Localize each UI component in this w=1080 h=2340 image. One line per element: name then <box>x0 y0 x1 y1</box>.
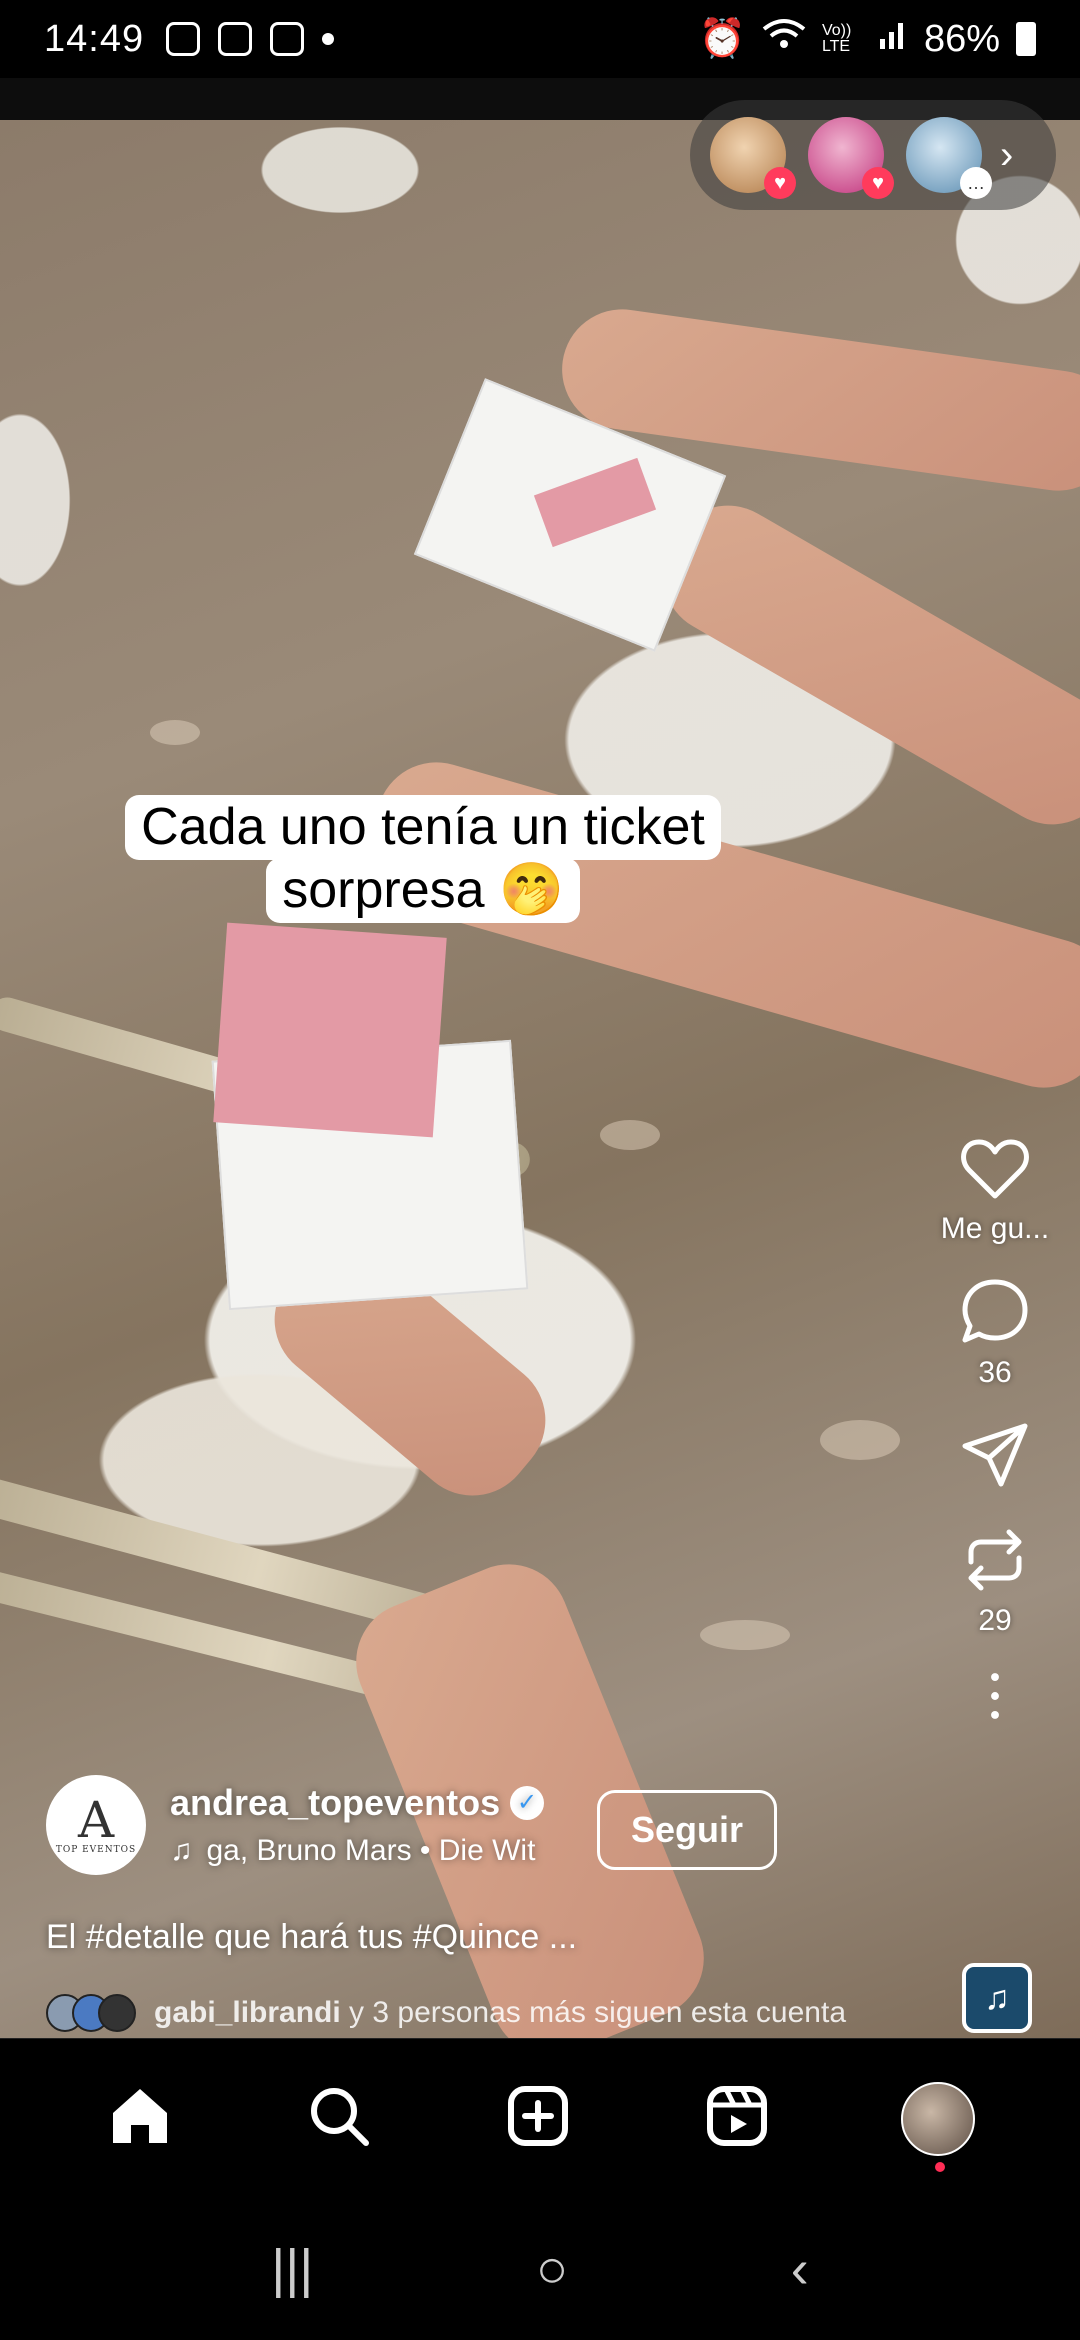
battery-percent: 86% <box>923 17 1000 60</box>
nav-profile-avatar[interactable] <box>901 2081 976 2172</box>
heart-badge-icon: ♥ <box>764 167 796 199</box>
home-icon <box>112 2089 167 2143</box>
story-avatar-3[interactable]: … <box>906 117 992 199</box>
repost-icon <box>968 1529 1022 1591</box>
nav-search[interactable] <box>304 2081 374 2156</box>
video-caption: Cada uno tenía un ticket sorpresa 🤭 <box>98 795 748 924</box>
search-icon <box>310 2088 369 2146</box>
music-note-icon: ♫ <box>170 1834 193 1867</box>
comments-count: 36 <box>978 1356 1012 1389</box>
share-button[interactable] <box>940 1418 1050 1494</box>
add-icon <box>507 2086 568 2146</box>
more-icon <box>991 1673 999 1719</box>
mini-avatar <box>98 1994 136 2032</box>
reel-actions: Me gu... 36 29 <box>940 1130 1050 1754</box>
author-logo-letter: A <box>77 1791 115 1849</box>
wifi-icon <box>762 17 806 61</box>
more-notifications-dot <box>322 33 335 45</box>
status-bar: 14:49 ⏰ Vo)) LTE 86% <box>0 0 1080 78</box>
recents-button[interactable]: ||| <box>271 2238 313 2300</box>
alarm-icon: ⏰ <box>698 18 746 60</box>
nav-home[interactable] <box>105 2081 175 2156</box>
caption-line-2: sorpresa 🤭 <box>266 858 580 924</box>
story-avatar-1[interactable]: ♥ <box>710 117 796 199</box>
verified-icon: ✓ <box>510 1786 545 1820</box>
send-icon <box>962 1423 1028 1487</box>
signal-icon <box>878 17 908 61</box>
system-navigation: ||| ○ ‹ <box>0 2198 1080 2340</box>
notification-dot <box>935 2161 946 2172</box>
nav-create[interactable] <box>503 2081 573 2156</box>
audio-thumbnail[interactable]: ♫ <box>962 1963 1032 2033</box>
notification-icon <box>270 22 305 56</box>
mutual-followers-text: y 3 personas más siguen esta cuenta <box>340 1996 847 2029</box>
heart-icon <box>961 1139 1029 1199</box>
audio-track-label: ga, Bruno Mars • Die Wit <box>206 1834 536 1867</box>
caption-line-1: Cada uno tenía un ticket <box>125 795 721 861</box>
more-options-button[interactable] <box>940 1666 1050 1726</box>
story-avatar-2[interactable]: ♥ <box>808 117 894 199</box>
back-button[interactable]: ‹ <box>791 2238 809 2300</box>
like-button[interactable]: Me gu... <box>940 1130 1050 1246</box>
reels-icon <box>707 2086 768 2146</box>
audio-track[interactable]: ♫ ga, Bruno Mars • Die Wit <box>170 1834 544 1868</box>
follow-button[interactable]: Seguir <box>597 1790 777 1870</box>
reposts-count: 29 <box>978 1604 1012 1637</box>
battery-icon <box>1016 22 1036 56</box>
reel-video[interactable]: Cada uno tenía un ticket sorpresa 🤭 <box>0 120 1080 2038</box>
author-logo-subtitle: TOP EVENTOS <box>55 1845 137 1855</box>
author-info: A TOP EVENTOS andrea_topeventos ✓ ♫ ga, … <box>46 1775 545 1875</box>
author-avatar[interactable]: A TOP EVENTOS <box>46 1775 146 1875</box>
heart-badge-icon: ♥ <box>862 167 894 199</box>
network-label: Vo)) LTE <box>821 22 852 55</box>
mutual-followers[interactable]: gabi_librandi y 3 personas más siguen es… <box>46 1994 846 2032</box>
story-avatars-bar[interactable]: ♥ ♥ … › <box>690 100 1056 210</box>
repost-button[interactable]: 29 <box>940 1522 1050 1638</box>
home-button[interactable]: ○ <box>536 2238 569 2300</box>
post-description[interactable]: El #detalle que hará tus #Quince ... <box>46 1918 577 1957</box>
notification-icon <box>166 22 201 56</box>
comment-button[interactable]: 36 <box>940 1274 1050 1390</box>
author-username-text: andrea_topeventos <box>170 1782 501 1823</box>
music-note-icon: ♫ <box>984 1978 1010 2017</box>
chat-badge-icon: … <box>960 167 992 199</box>
chevron-right-icon[interactable]: › <box>1000 133 1013 178</box>
comment-icon <box>962 1279 1028 1343</box>
author-username[interactable]: andrea_topeventos ✓ <box>170 1782 545 1824</box>
nav-reels[interactable] <box>702 2081 772 2156</box>
likes-label: Me gu... <box>940 1212 1050 1245</box>
status-time: 14:49 <box>44 17 145 60</box>
bottom-navigation <box>0 2038 1080 2198</box>
mutual-follower-name: gabi_librandi <box>154 1996 341 2029</box>
notification-icon <box>218 22 253 56</box>
